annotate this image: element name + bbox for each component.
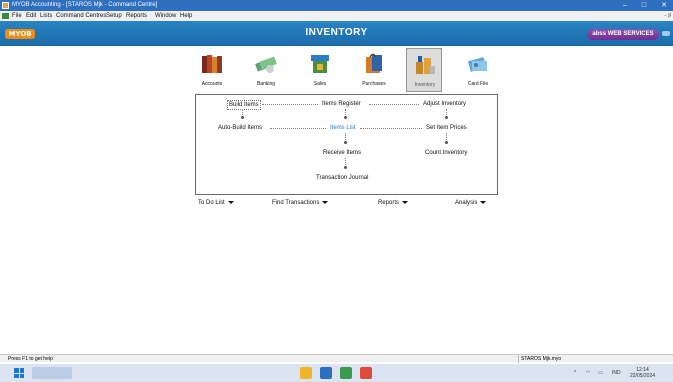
receive-items-link[interactable]: Receive Items	[323, 149, 361, 157]
display-icon[interactable]: ▭	[598, 364, 603, 382]
todo-list-label: To Do List	[198, 200, 225, 206]
count-inventory-link[interactable]: Count Inventory	[425, 149, 467, 157]
file-explorer-icon[interactable]	[300, 367, 312, 379]
search-box[interactable]	[32, 367, 72, 379]
inventory-icon	[416, 56, 435, 74]
connector-dot	[445, 116, 448, 119]
language-indicator[interactable]: IND	[612, 364, 621, 382]
banking-icon	[255, 56, 277, 73]
purchases-bag-icon	[366, 53, 382, 73]
module-accounts[interactable]: Accounts	[194, 48, 230, 92]
chevron-down-icon	[480, 200, 487, 204]
menu-bar: File Edit Lists Command Centres Setup Re…	[0, 11, 673, 21]
window-title: MYOB Accounting - [STAROS Mjk - Command …	[12, 2, 158, 8]
module-label: Accounts	[201, 81, 223, 87]
sales-icon	[311, 55, 329, 73]
tray-chevron-icon[interactable]: ^	[574, 364, 576, 382]
connector	[369, 104, 419, 105]
menu-help[interactable]: Help	[180, 11, 192, 21]
excel-icon[interactable]	[340, 367, 352, 379]
chevron-down-icon	[402, 200, 409, 204]
reports-button[interactable]: Reports	[378, 200, 409, 206]
command-centre-header: MYOB INVENTORY abss WEB SERVICES	[0, 21, 673, 46]
browser-icon[interactable]	[360, 367, 372, 379]
analysis-button[interactable]: Analysis	[455, 200, 487, 206]
minimize-button[interactable]: –	[618, 0, 632, 11]
transaction-journal-link[interactable]: Transaction Journal	[316, 174, 368, 182]
module-purchases[interactable]: Purchases	[356, 48, 392, 92]
store-icon[interactable]	[320, 367, 332, 379]
connector	[360, 128, 422, 129]
menu-command-centres[interactable]: Command Centres	[56, 11, 106, 21]
command-centre-actions: To Do List Find Transactions Reports Ana…	[198, 200, 498, 210]
connector-dot	[344, 116, 347, 119]
module-inventory[interactable]: Inventory	[406, 48, 442, 92]
menu-reports[interactable]: Reports	[126, 11, 147, 21]
wifi-icon[interactable]: ◠	[586, 364, 590, 382]
module-banking[interactable]: Banking	[248, 48, 284, 92]
find-transactions-label: Find Transactions	[272, 200, 320, 206]
auto-build-items-link[interactable]: Auto-Build Items	[218, 124, 262, 132]
menu-setup[interactable]: Setup	[106, 11, 122, 21]
build-items-link[interactable]: Build Items	[227, 100, 261, 110]
module-label: Inventory	[414, 82, 436, 88]
maximize-button[interactable]: □	[637, 0, 651, 11]
connector	[262, 104, 318, 105]
help-icon[interactable]	[662, 31, 670, 36]
chevron-down-icon	[227, 200, 234, 204]
connector-dot	[241, 116, 244, 119]
accounts-books-icon	[202, 55, 222, 73]
module-label: Purchases	[362, 81, 386, 87]
close-button[interactable]: ✕	[657, 0, 671, 11]
items-register-link[interactable]: Items Register	[322, 100, 361, 108]
status-bar: Press F1 to get help STAROS Mjk.myo	[0, 354, 673, 363]
menu-lists[interactable]: Lists	[40, 11, 52, 21]
windows-taskbar: ^ ◠ ▭ IND 12:14 22/05/2024	[0, 364, 673, 382]
adjust-inventory-link[interactable]: Adjust Inventory	[423, 100, 466, 108]
menu-file[interactable]: File	[12, 11, 22, 21]
module-label: Sales	[313, 81, 327, 87]
connector-dot	[344, 166, 347, 169]
items-list-link[interactable]: Items List	[330, 124, 356, 132]
menu-window[interactable]: Window	[155, 11, 176, 21]
card-file-icon	[467, 57, 487, 72]
menu-edit[interactable]: Edit	[26, 11, 36, 21]
module-label: Banking	[256, 81, 276, 87]
status-help-text: Press F1 to get help	[8, 356, 53, 362]
windows-start-icon[interactable]	[14, 368, 24, 378]
command-centre-modules: Accounts Banking Sales Purchases Invento…	[190, 48, 500, 92]
clock-date: 22/05/2024	[630, 373, 656, 379]
clock[interactable]: 12:14 22/05/2024	[630, 367, 655, 379]
connector-dot	[445, 141, 448, 144]
page-title: INVENTORY	[305, 27, 368, 38]
status-file-name: STAROS Mjk.myo	[518, 355, 668, 363]
todo-list-button[interactable]: To Do List	[198, 200, 234, 206]
title-bar: MYOB Accounting - [STAROS Mjk - Command …	[0, 0, 673, 11]
myob-app-icon	[2, 2, 9, 9]
web-services-button[interactable]: abss WEB SERVICES	[587, 29, 659, 40]
connector-dot	[344, 141, 347, 144]
mdi-restore-button[interactable]: - ♯	[664, 11, 671, 21]
analysis-label: Analysis	[455, 200, 478, 206]
connector	[270, 128, 326, 129]
find-transactions-button[interactable]: Find Transactions	[272, 200, 329, 206]
reports-label: Reports	[378, 200, 400, 206]
module-card-file[interactable]: Card File	[460, 48, 496, 92]
app-window: MYOB Accounting - [STAROS Mjk - Command …	[0, 0, 673, 382]
set-item-prices-link[interactable]: Set Item Prices	[426, 124, 467, 132]
document-icon	[2, 13, 9, 19]
module-sales[interactable]: Sales	[302, 48, 338, 92]
inventory-flow-panel: Build Items Items Register Adjust Invent…	[195, 94, 498, 195]
module-label: Card File	[467, 81, 489, 87]
chevron-down-icon	[322, 200, 329, 204]
